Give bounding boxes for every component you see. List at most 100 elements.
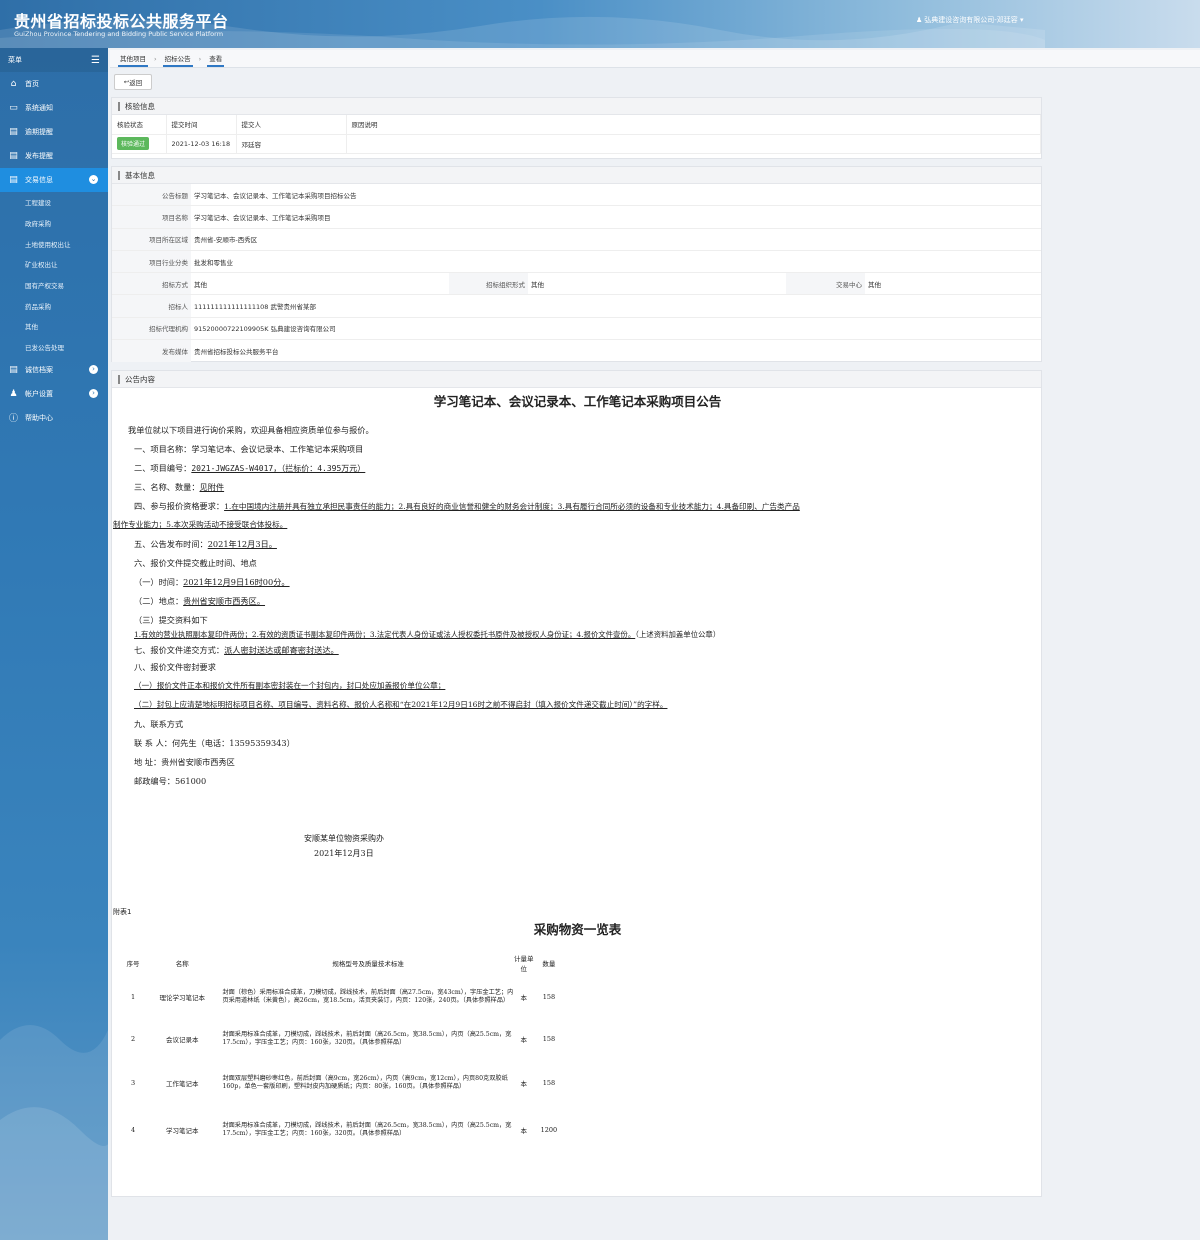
info-label: 招标人: [112, 295, 191, 317]
sub-item-drugs[interactable]: 药品采购: [0, 295, 108, 316]
table-cell: 本: [520, 1127, 528, 1135]
sidebar-landscape: [0, 1025, 108, 1240]
table-cell: 学习笔记本: [166, 1127, 199, 1135]
sub-item-engineering[interactable]: 工程建设: [0, 192, 108, 213]
back-button[interactable]: ↩ 返回: [114, 74, 152, 90]
doc-line: （二）地点：贵州省安顺市西秀区。: [134, 595, 265, 607]
table-row: 1 理论学习笔记本 封面（棕色）采用标准合成革，刀模切成，踩线技术，前后封面（高…: [124, 977, 564, 1017]
doc-line: 八、报价文件密封要求: [134, 662, 216, 672]
doc-text: 1.在中国境内注册并具有独立承担民事责任的能力；2.具有良好的商业信誉和健全的财…: [224, 502, 800, 511]
table-row: 3 工作笔记本 封面双层塑料磨砂枣红色，前后封面（高9cm，宽26cm），内页（…: [124, 1061, 564, 1105]
breadcrumb-item[interactable]: 查看: [207, 51, 225, 67]
user-icon: ♟: [916, 16, 923, 24]
table-cell: 1200: [540, 1126, 558, 1134]
table-cell: 工作笔记本: [166, 1080, 199, 1088]
signature-date: 2021年12月3日: [314, 849, 374, 858]
doc-line: （一）时间：2021年12月9日16时00分。: [134, 576, 290, 588]
chevron-right-icon: ›: [89, 388, 98, 398]
signature-org: 安顺某单位物资采购办: [304, 834, 384, 843]
caret-down-icon: ▾: [1020, 16, 1024, 24]
procurement-table: 序号 名称 规格型号及质量技术标准 计量单位 数量 1 理论学习笔记本 封面（棕…: [124, 949, 564, 1155]
user-icon: ♟: [9, 388, 18, 399]
doc-line: 一、项目名称：学习笔记本、会议记录本、工作笔记本采购项目: [134, 444, 364, 454]
doc-line: 1.有效的营业执照副本复印件两份；2.有效的资质证书副本复印件两份；3.法定代表…: [134, 629, 720, 640]
chevron-right-icon: ›: [89, 364, 98, 374]
table-header: 计量单位: [514, 955, 534, 973]
info-value: 其他: [531, 280, 544, 289]
sub-item-land[interactable]: 土地使用权出让: [0, 233, 108, 254]
verify-header: 提交时间: [166, 115, 237, 135]
sub-item-published[interactable]: 已发公告处理: [0, 337, 108, 358]
doc-text: 2021-JWGZAS-W4017，（拦标价：4.395万元）: [191, 464, 366, 473]
breadcrumb-item[interactable]: 其他项目: [118, 51, 148, 67]
sub-item-gov-procurement[interactable]: 政府采购: [0, 213, 108, 234]
panel-title: 公告内容: [125, 374, 155, 384]
table-cell: 会议记录本: [166, 1036, 199, 1044]
nav-system-notice[interactable]: ▭ 系统通知: [0, 96, 108, 120]
doc-line: 三、名称、数量：见附件: [134, 481, 224, 493]
doc-line: 邮政编号：561000: [134, 776, 207, 786]
breadcrumb: 其他项目 › 招标公告 › 查看: [110, 50, 1200, 68]
document-title: 学习笔记本、会议记录本、工作笔记本采购项目公告: [433, 394, 722, 409]
nav-help-center[interactable]: ⓘ 帮助中心: [0, 406, 108, 430]
attachment-label: 附表1: [113, 908, 132, 916]
list-icon: ▤: [9, 151, 18, 161]
doc-line: 制作专业能力；5.本次采购活动不接受联合体投标。: [113, 520, 288, 529]
table-cell: 158: [542, 993, 556, 1001]
table-cell: 2: [130, 1035, 136, 1043]
verify-header: 原因说明: [346, 115, 1041, 135]
doc-line: 二、项目编号：2021-JWGZAS-W4017，（拦标价：4.395万元）: [134, 462, 365, 474]
sub-item-state-property[interactable]: 国有产权交易: [0, 275, 108, 296]
info-value: 贵州省招标投标公共服务平台: [194, 348, 279, 357]
table-cell: 本: [520, 1036, 528, 1044]
user-menu[interactable]: ♟ 弘典建设咨询有限公司-邓廷容 ▾: [916, 15, 1024, 25]
doc-line: 六、报价文件提交截止时间、地点: [134, 558, 257, 568]
sub-item-mining[interactable]: 矿业权出让: [0, 254, 108, 275]
doc-text: 二、项目编号：: [134, 463, 192, 473]
nav-overdue-reminder[interactable]: ▤ 逾期提醒: [0, 120, 108, 144]
info-row: 项目行业分类 批发和零售业: [112, 250, 1041, 274]
breadcrumb-item[interactable]: 招标公告: [162, 51, 193, 67]
doc-line: 七、报价文件递交方式：派人密封送达或邮寄密封送达。: [134, 644, 339, 656]
sub-item-other[interactable]: 其他: [0, 316, 108, 337]
panel-bar: [118, 101, 120, 111]
list-icon: ▤: [9, 364, 18, 375]
nav-trade-info[interactable]: ▤ 交易信息 ⌄: [0, 168, 108, 192]
info-label: 项目名称: [112, 206, 191, 228]
panel-bar: [118, 170, 120, 180]
table-cell: 1: [130, 993, 136, 1001]
doc-text: 2021年12月9日16时00分。: [183, 577, 290, 587]
nav-credit-archive[interactable]: ▤ 诚信档案 ›: [0, 358, 108, 382]
top-header: 贵州省招标投标公共服务平台 GuiZhou Province Tendering…: [0, 0, 1200, 48]
nav-label: 系统通知: [25, 104, 53, 112]
verify-header: 核验状态: [112, 115, 167, 135]
user-name: 弘典建设咨询有限公司-邓廷容: [924, 16, 1018, 24]
nav-account-settings[interactable]: ♟ 帐户设置 ›: [0, 382, 108, 406]
table-cell: 封面双层塑料磨砂枣红色，前后封面（高9cm，宽26cm），内页（高9cm，宽12…: [222, 1075, 508, 1090]
table-row: 4 学习笔记本 封面采用标准合成革，刀模切成，踩线技术，前后封面（高26.5cm…: [124, 1105, 564, 1155]
info-label: 交易中心: [786, 273, 865, 295]
help-icon: ⓘ: [8, 414, 18, 424]
table-cell: 封面采用标准合成革，刀模切成，踩线技术，前后封面（高26.5cm，宽38.5cm…: [222, 1031, 512, 1046]
hamburger-icon[interactable]: ☰: [91, 55, 100, 66]
info-value: 学习笔记本、会议记录本、工作笔记本采购项目招标公告: [194, 191, 357, 200]
nav-publish-reminder[interactable]: ▤ 发布提醒: [0, 144, 108, 168]
doc-text: 2021年12月3日。: [207, 539, 277, 549]
nav-home[interactable]: ⌂ 首页: [0, 72, 108, 96]
table-cell: 本: [520, 994, 528, 1002]
info-value: 91520000722109905K 弘典建设咨询有限公司: [194, 325, 336, 334]
table-cell: 158: [542, 1035, 556, 1043]
table-header: 名称: [175, 960, 189, 968]
table-header: 数量: [542, 960, 556, 968]
doc-text: （一）时间：: [134, 577, 184, 587]
verify-table: 核验状态 提交时间 提交人 原因说明 核验通过 2021-12-03 16:18…: [112, 115, 1041, 154]
doc-text: 四、参与报价资格要求：: [134, 501, 225, 511]
list-icon: ▤: [9, 127, 18, 137]
info-label: 发布媒体: [112, 340, 191, 363]
table-cell: 封面（棕色）采用标准合成革，刀模切成，踩线技术，前后封面（高27.5cm，宽43…: [222, 989, 514, 1004]
doc-line: （一）报价文件正本和报价文件所有副本密封装在一个封包内，封口处应加盖报价单位公章…: [134, 681, 446, 690]
table-cell: 理论学习笔记本: [159, 994, 206, 1002]
notice-document: 学习笔记本、会议记录本、工作笔记本采购项目公告 我单位就以下项目进行询价采购，欢…: [112, 389, 1041, 1196]
menu-header: 菜单 ☰: [0, 48, 108, 72]
panel-title: 核验信息: [125, 101, 155, 111]
